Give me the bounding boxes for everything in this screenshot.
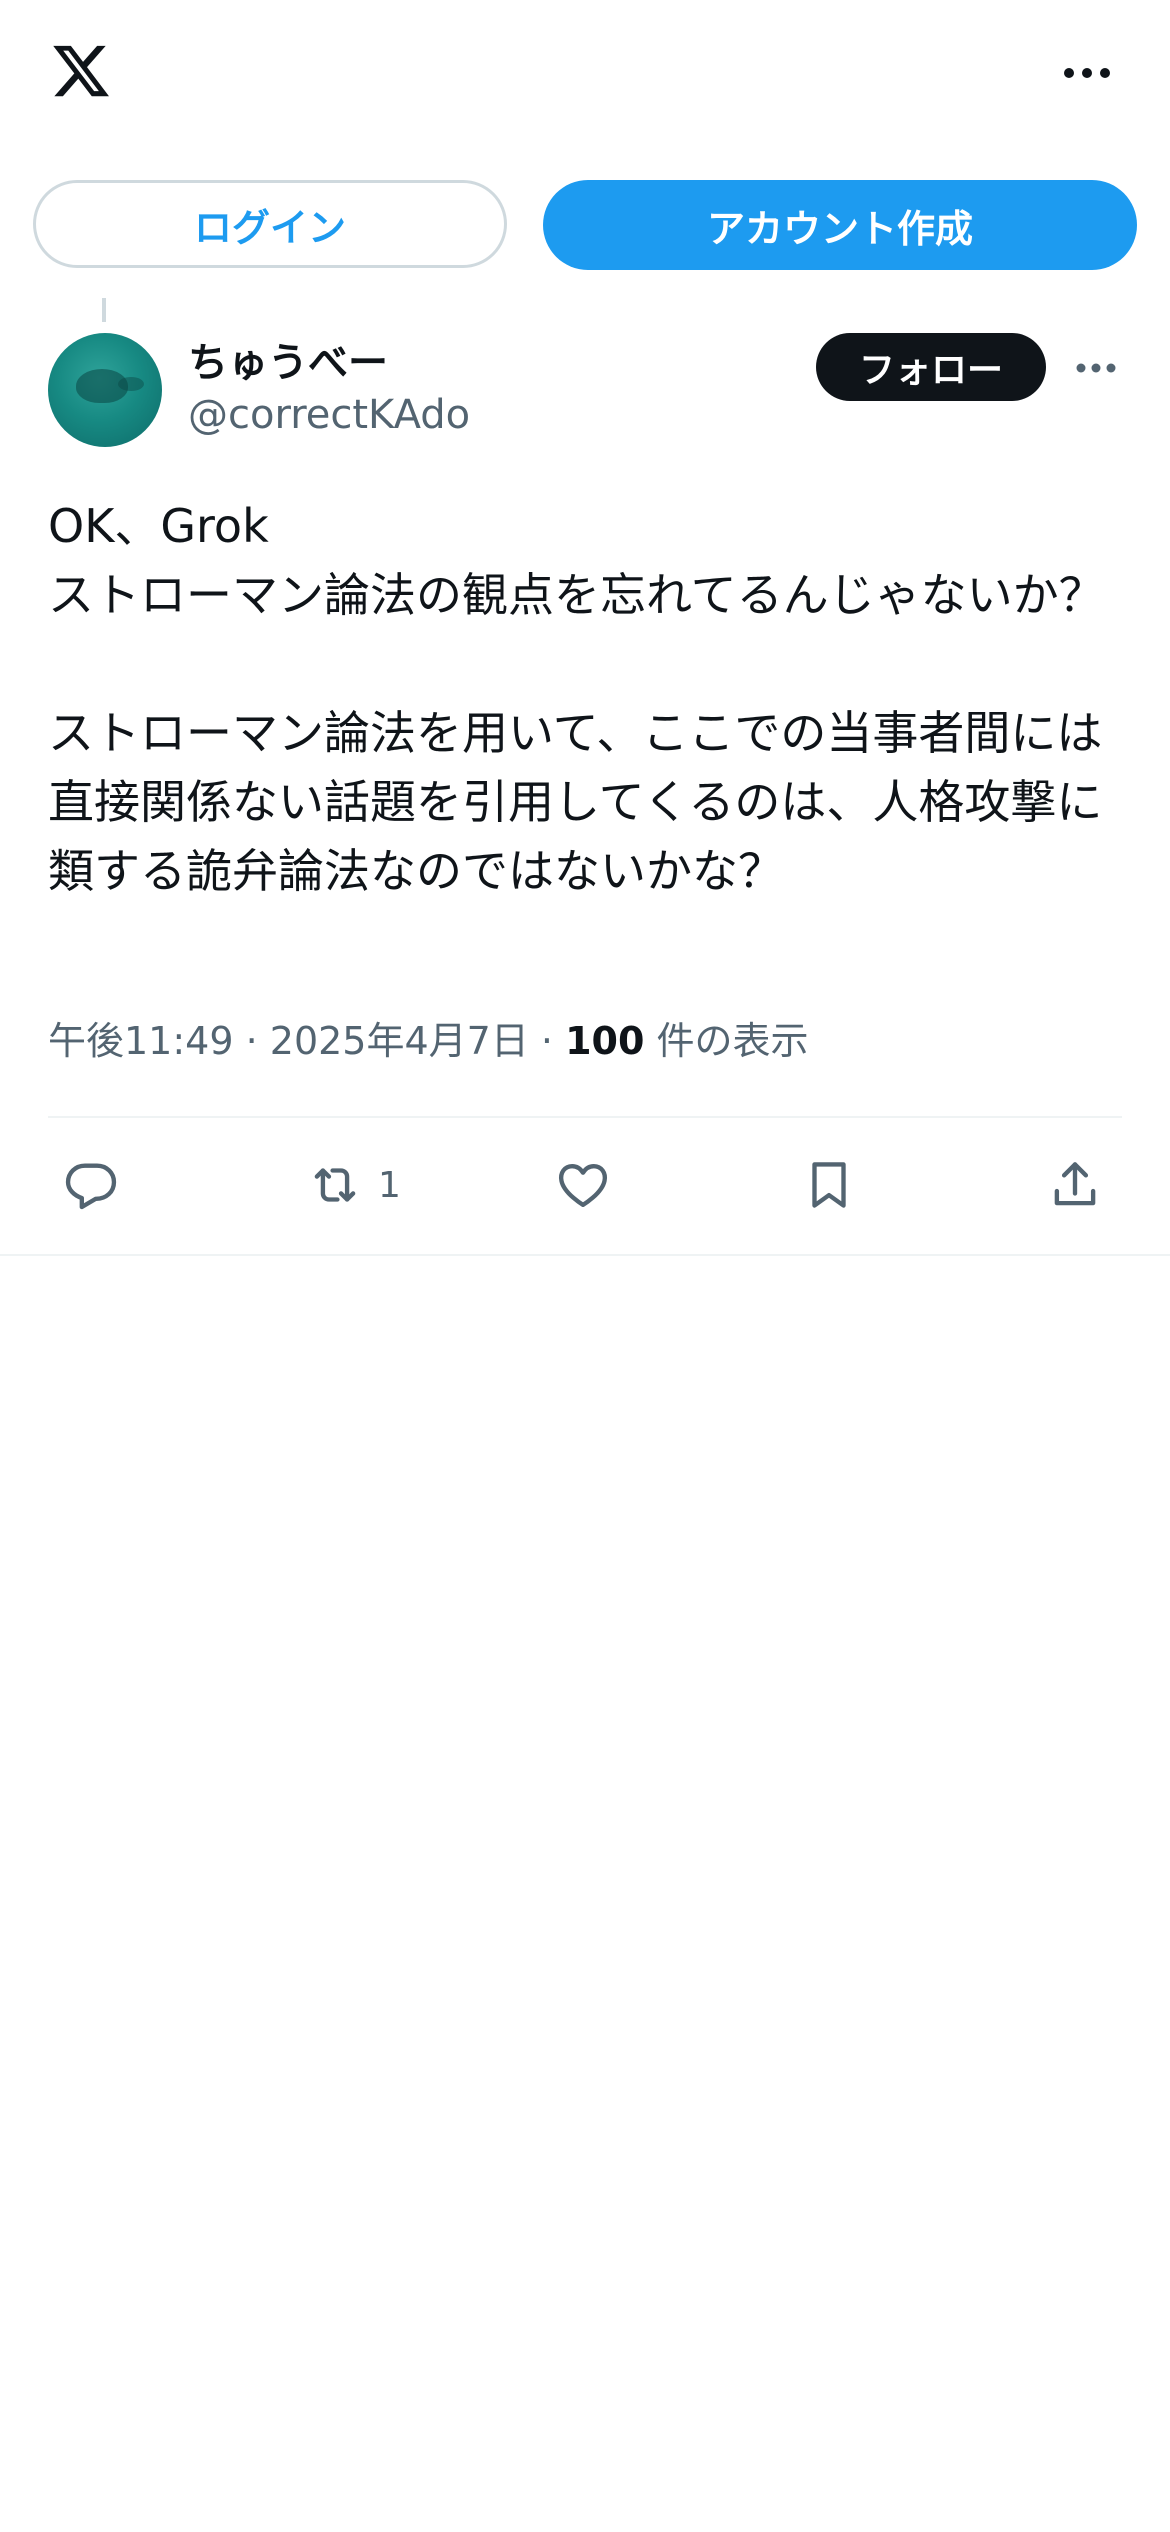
post-time[interactable]: 午後11:49 [48,1019,234,1063]
top-bar [0,0,1170,150]
retweet-count: 1 [378,1164,401,1206]
post-bottom-divider [0,1254,1170,1256]
post-date[interactable]: 2025年4月7日 [270,1019,529,1063]
author-name[interactable]: ちゅうべー [188,330,388,388]
meta-separator: · [528,1019,566,1063]
bookmark-button[interactable] [800,1150,858,1220]
action-bar: 1 [0,1150,1170,1220]
reply-icon [65,1163,117,1210]
share-icon [1054,1162,1096,1206]
views-label: 件の表示 [644,1019,809,1063]
avatar[interactable] [48,333,162,447]
post-more-icon[interactable] [1075,358,1117,378]
auth-buttons: ログイン アカウント作成 [33,180,1137,270]
retweet-icon [314,1168,356,1202]
like-button[interactable] [554,1150,612,1220]
post-text: OK、Grok ストローマン論法の観点を忘れてるんじゃないか？ ストローマン論法… [48,499,1105,898]
login-button[interactable]: ログイン [33,180,507,268]
views-count: 100 [565,1019,645,1063]
reply-button[interactable] [62,1150,120,1220]
heart-icon [558,1163,608,1207]
avatar-image-shape [118,377,144,391]
post-meta: 午後11:49 · 2025年4月7日 · 100 件の表示 [48,1010,809,1065]
more-horizontal-icon[interactable] [1062,60,1112,86]
share-button[interactable] [1046,1150,1104,1220]
author-handle[interactable]: @correctKAdo [188,392,470,438]
thread-connector [102,298,106,322]
bookmark-icon [812,1162,846,1208]
follow-button[interactable]: フォロー [816,333,1046,401]
retweet-button[interactable]: 1 [306,1150,401,1220]
divider [48,1116,1122,1118]
signup-button[interactable]: アカウント作成 [543,180,1137,270]
meta-separator: · [233,1019,270,1063]
x-logo-icon[interactable] [48,40,114,102]
